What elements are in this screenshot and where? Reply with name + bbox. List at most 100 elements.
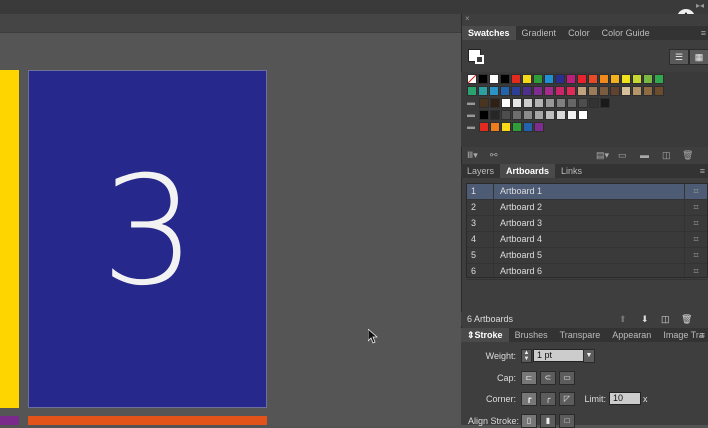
color-swatch[interactable]: [567, 110, 577, 120]
artboard-options-icon[interactable]: ⌗: [684, 200, 707, 215]
color-swatch[interactable]: [522, 74, 532, 84]
color-swatch[interactable]: [556, 110, 566, 120]
tab-gradient[interactable]: Gradient: [516, 26, 563, 40]
list-view-icon[interactable]: ☰: [669, 49, 689, 65]
color-swatch[interactable]: [566, 86, 576, 96]
weight-dropdown-icon[interactable]: ▼: [583, 349, 595, 363]
color-swatch[interactable]: [544, 86, 554, 96]
bevel-join-icon[interactable]: ◸: [559, 392, 575, 406]
stroke-color-swatch[interactable]: [475, 55, 484, 64]
artboard-row[interactable]: 5 Artboard 5 ⌗: [467, 248, 707, 264]
color-swatch[interactable]: [490, 98, 500, 108]
color-swatch[interactable]: [533, 74, 543, 84]
color-swatch[interactable]: [501, 98, 511, 108]
artboard-options-icon[interactable]: ⌗: [684, 248, 707, 263]
tab-stroke[interactable]: ⇕Stroke: [461, 328, 509, 342]
color-swatch[interactable]: [479, 110, 489, 120]
color-swatch[interactable]: [544, 74, 554, 84]
stroke-panel-menu-icon[interactable]: ≡: [700, 330, 705, 340]
artboard-options-icon[interactable]: ⌗: [684, 232, 707, 247]
color-swatch[interactable]: [588, 74, 598, 84]
artboard-row[interactable]: 2 Artboard 2 ⌗: [467, 200, 707, 216]
color-swatch[interactable]: [556, 98, 566, 108]
color-swatch[interactable]: [545, 110, 555, 120]
color-swatch[interactable]: [599, 74, 609, 84]
color-swatch[interactable]: [523, 122, 533, 132]
color-swatch[interactable]: [588, 86, 598, 96]
color-swatch[interactable]: [578, 98, 588, 108]
artboard-row[interactable]: 6 Artboard 6 ⌗: [467, 264, 707, 280]
artboard-5-partial[interactable]: [0, 416, 19, 425]
projecting-cap-icon[interactable]: ▭: [559, 371, 575, 385]
miter-join-icon[interactable]: ┏: [521, 392, 537, 406]
delete-swatch-icon[interactable]: 🗑: [682, 148, 693, 162]
artboards-panel-menu-icon[interactable]: ≡: [700, 166, 705, 176]
color-swatch[interactable]: [578, 110, 588, 120]
swatches-panel-menu-icon[interactable]: ≡: [701, 28, 706, 38]
color-swatch[interactable]: [621, 74, 631, 84]
color-swatch[interactable]: [643, 74, 653, 84]
artboard-2-partial[interactable]: [0, 70, 19, 408]
color-swatch[interactable]: [523, 98, 533, 108]
color-swatch[interactable]: [533, 86, 543, 96]
color-swatch[interactable]: [589, 98, 599, 108]
none-swatch[interactable]: [467, 74, 477, 84]
color-swatch[interactable]: [500, 86, 510, 96]
color-swatch[interactable]: [654, 86, 664, 96]
color-swatch[interactable]: [511, 86, 521, 96]
color-swatch[interactable]: [632, 86, 642, 96]
artboard-3[interactable]: 3: [28, 70, 267, 408]
artboard-6-partial[interactable]: [28, 416, 267, 425]
butt-cap-icon[interactable]: ⊏: [521, 371, 537, 385]
artboard-options-icon[interactable]: ⌗: [684, 184, 707, 199]
color-swatch[interactable]: [534, 110, 544, 120]
color-group-folder-icon[interactable]: ▬: [467, 110, 477, 120]
canvas[interactable]: 3: [0, 33, 461, 425]
round-join-icon[interactable]: ╭: [540, 392, 556, 406]
color-swatch[interactable]: [621, 86, 631, 96]
color-swatch[interactable]: [511, 74, 521, 84]
color-swatch[interactable]: [522, 86, 532, 96]
align-center-icon[interactable]: ▯: [521, 414, 537, 428]
align-outside-icon[interactable]: □: [559, 414, 575, 428]
color-swatch[interactable]: [489, 86, 499, 96]
tab-color-guide[interactable]: Color Guide: [596, 26, 656, 40]
color-swatch[interactable]: [610, 74, 620, 84]
color-swatch[interactable]: [490, 122, 500, 132]
tab-color[interactable]: Color: [562, 26, 596, 40]
new-swatch-icon[interactable]: ◫: [662, 148, 671, 162]
color-swatch[interactable]: [479, 98, 489, 108]
new-color-group-icon[interactable]: ▭: [618, 148, 627, 162]
round-cap-icon[interactable]: ⊂: [540, 371, 556, 385]
color-swatch[interactable]: [545, 98, 555, 108]
color-swatch[interactable]: [643, 86, 653, 96]
color-swatch[interactable]: [555, 86, 565, 96]
folder-icon[interactable]: ▬: [640, 148, 649, 162]
color-swatch[interactable]: [566, 74, 576, 84]
color-swatch[interactable]: [489, 74, 499, 84]
color-swatch[interactable]: [500, 74, 510, 84]
color-swatch[interactable]: [512, 98, 522, 108]
new-artboard-icon[interactable]: ◫: [661, 312, 670, 326]
artboard-options-icon[interactable]: ⌗: [684, 216, 707, 231]
artboard-row[interactable]: 3 Artboard 3 ⌗: [467, 216, 707, 232]
swatch-options-icon[interactable]: ▤▾: [596, 148, 609, 162]
color-swatch[interactable]: [654, 74, 664, 84]
color-swatch[interactable]: [599, 86, 609, 96]
color-swatch[interactable]: [478, 86, 488, 96]
color-swatch[interactable]: [567, 98, 577, 108]
weight-field[interactable]: 1 pt: [533, 349, 586, 362]
color-swatch[interactable]: [523, 110, 533, 120]
move-up-icon[interactable]: ⬆: [619, 312, 627, 326]
color-swatch[interactable]: [632, 74, 642, 84]
artboard-options-icon[interactable]: ⌗: [684, 264, 707, 279]
color-swatch[interactable]: [479, 122, 489, 132]
color-swatch[interactable]: [534, 122, 544, 132]
color-swatch[interactable]: [512, 110, 522, 120]
color-swatch[interactable]: [577, 86, 587, 96]
color-swatch[interactable]: [490, 110, 500, 120]
tab-brushes[interactable]: Brushes: [509, 328, 554, 342]
color-swatch[interactable]: [512, 122, 522, 132]
color-swatch[interactable]: [600, 98, 610, 108]
color-swatch[interactable]: [610, 86, 620, 96]
